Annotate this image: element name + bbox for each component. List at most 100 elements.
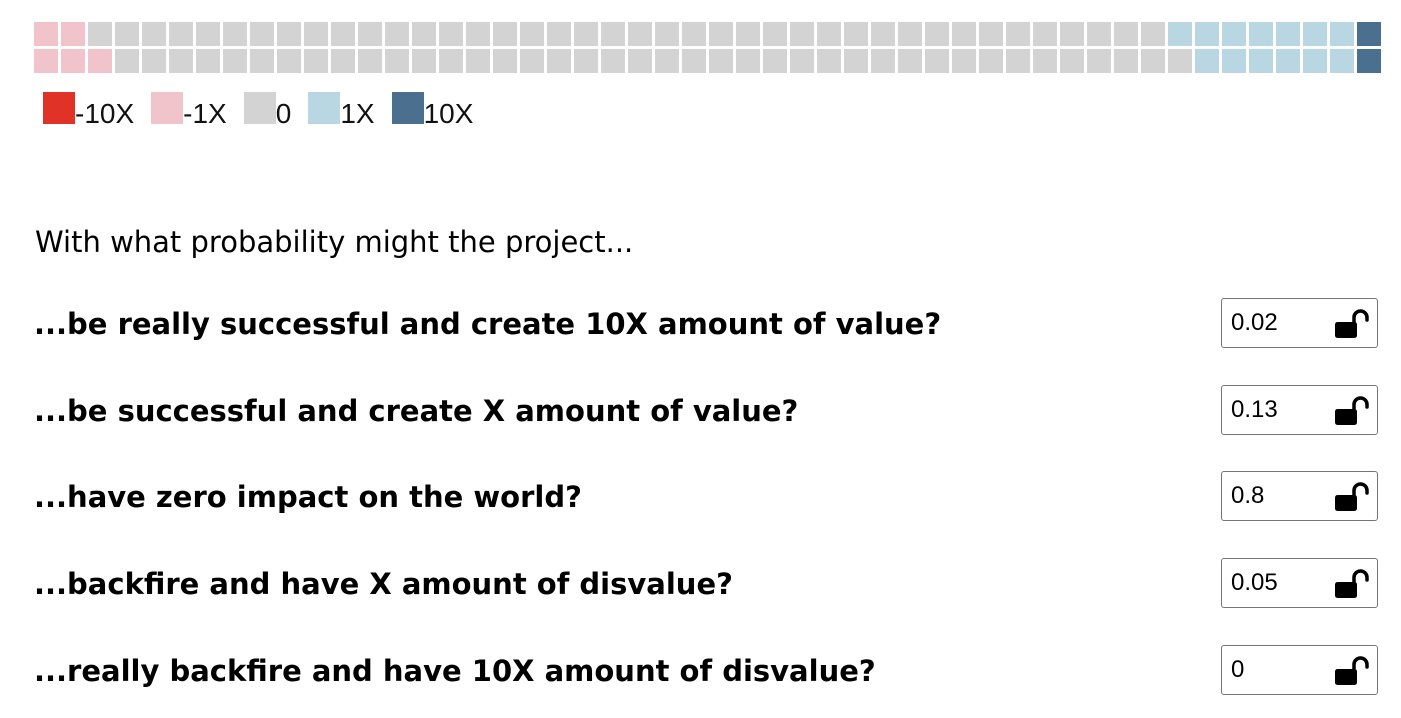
waffle-cell-zero bbox=[817, 49, 841, 73]
waffle-cell-pos1x bbox=[1276, 22, 1300, 46]
waffle-cell-zero bbox=[655, 49, 679, 73]
question-row-10x-value: ...be really successful and create 10X a… bbox=[34, 298, 1378, 350]
waffle-cell-zero bbox=[520, 22, 544, 46]
waffle-cell-zero bbox=[709, 49, 733, 73]
waffle-cell-zero bbox=[115, 49, 139, 73]
probability-input-zero-impact[interactable] bbox=[1231, 482, 1331, 510]
waffle-cell-zero bbox=[898, 49, 922, 73]
waffle-cell-zero bbox=[493, 49, 517, 73]
unlocked-padlock-icon[interactable] bbox=[1334, 656, 1370, 686]
waffle-cell-zero bbox=[439, 49, 463, 73]
waffle-cell-zero bbox=[466, 49, 490, 73]
probability-input-10x-disvalue[interactable] bbox=[1231, 656, 1331, 684]
waffle-cell-zero bbox=[250, 22, 274, 46]
waffle-cell-zero bbox=[1141, 22, 1165, 46]
question-label: ...have zero impact on the world? bbox=[34, 480, 582, 514]
waffle-cell-pos10x bbox=[1357, 49, 1381, 73]
waffle-cell-zero bbox=[601, 49, 625, 73]
unlocked-padlock-icon[interactable] bbox=[1334, 309, 1370, 339]
waffle-cell-zero bbox=[817, 22, 841, 46]
probability-field bbox=[1221, 645, 1378, 695]
waffle-cell-zero bbox=[1114, 22, 1138, 46]
waffle-cell-zero bbox=[358, 22, 382, 46]
waffle-cell-zero bbox=[169, 49, 193, 73]
unlocked-padlock-icon[interactable] bbox=[1334, 396, 1370, 426]
legend-swatch-neg10x bbox=[43, 92, 75, 124]
waffle-cell-zero bbox=[1033, 49, 1057, 73]
waffle-cell-zero bbox=[871, 22, 895, 46]
waffle-cell-zero bbox=[871, 49, 895, 73]
waffle-cell-pos10x bbox=[1357, 22, 1381, 46]
waffle-cell-zero bbox=[493, 22, 517, 46]
probability-field bbox=[1221, 471, 1378, 521]
waffle-cell-zero bbox=[979, 49, 1003, 73]
legend-label-pos10x: 10X bbox=[423, 98, 474, 129]
waffle-cell-zero bbox=[1087, 22, 1111, 46]
waffle-cell-zero bbox=[331, 49, 355, 73]
waffle-cell-zero bbox=[520, 49, 544, 73]
question-label: ...backfire and have X amount of disvalu… bbox=[34, 567, 733, 601]
waffle-cell-zero bbox=[250, 49, 274, 73]
waffle-cell-zero bbox=[169, 22, 193, 46]
waffle-cell-neg1x bbox=[34, 22, 58, 46]
waffle-cell-zero bbox=[979, 22, 1003, 46]
waffle-cell-zero bbox=[736, 22, 760, 46]
waffle-cell-zero bbox=[196, 49, 220, 73]
probability-input-1x-disvalue[interactable] bbox=[1231, 569, 1331, 597]
probability-waffle-grid bbox=[34, 22, 1381, 73]
question-label: ...be really successful and create 10X a… bbox=[34, 307, 942, 341]
waffle-cell-zero bbox=[142, 22, 166, 46]
legend-label-neg10x: -10X bbox=[75, 98, 135, 129]
question-row-zero-impact: ...have zero impact on the world? bbox=[34, 471, 1378, 523]
probability-field bbox=[1221, 558, 1378, 608]
waffle-cell-zero bbox=[1168, 49, 1192, 73]
waffle-cell-zero bbox=[304, 49, 328, 73]
waffle-cell-zero bbox=[466, 22, 490, 46]
probability-input-10x-value[interactable] bbox=[1231, 309, 1331, 337]
waffle-cell-zero bbox=[385, 49, 409, 73]
probability-input-1x-value[interactable] bbox=[1231, 396, 1331, 424]
waffle-cell-zero bbox=[277, 49, 301, 73]
waffle-cell-zero bbox=[223, 22, 247, 46]
waffle-cell-zero bbox=[1060, 49, 1084, 73]
question-label: ...really backfire and have 10X amount o… bbox=[34, 654, 876, 688]
waffle-cell-zero bbox=[1006, 49, 1030, 73]
unlocked-padlock-icon[interactable] bbox=[1334, 482, 1370, 512]
waffle-cell-zero bbox=[790, 49, 814, 73]
legend-label-zero: 0 bbox=[275, 98, 292, 129]
legend-swatch-pos10x bbox=[391, 92, 424, 124]
waffle-cell-zero bbox=[358, 49, 382, 73]
legend-item-neg1x: -1X bbox=[151, 92, 227, 128]
waffle-cell-zero bbox=[142, 49, 166, 73]
waffle-cell-zero bbox=[1141, 49, 1165, 73]
waffle-cell-neg1x bbox=[61, 22, 85, 46]
probability-field bbox=[1221, 385, 1378, 435]
probability-field bbox=[1221, 298, 1378, 348]
waffle-cell-zero bbox=[1006, 22, 1030, 46]
waffle-cell-zero bbox=[736, 49, 760, 73]
waffle-cell-zero bbox=[304, 22, 328, 46]
waffle-cell-zero bbox=[628, 49, 652, 73]
waffle-cell-zero bbox=[709, 22, 733, 46]
waffle-cell-zero bbox=[115, 22, 139, 46]
waffle-cell-neg1x bbox=[61, 49, 85, 73]
waffle-cell-zero bbox=[412, 49, 436, 73]
waffle-cell-zero bbox=[331, 22, 355, 46]
waffle-cell-pos1x bbox=[1195, 22, 1219, 46]
waffle-cell-zero bbox=[88, 22, 112, 46]
waffle-cell-zero bbox=[547, 49, 571, 73]
waffle-cell-pos1x bbox=[1168, 22, 1192, 46]
unlocked-padlock-icon[interactable] bbox=[1334, 569, 1370, 599]
waffle-cell-zero bbox=[1087, 49, 1111, 73]
waffle-cell-zero bbox=[1033, 22, 1057, 46]
legend-swatch-zero bbox=[243, 92, 276, 124]
waffle-cell-zero bbox=[952, 49, 976, 73]
waffle-cell-zero bbox=[898, 22, 922, 46]
waffle-cell-neg1x bbox=[34, 49, 58, 73]
waffle-cell-zero bbox=[385, 22, 409, 46]
waffle-cell-pos1x bbox=[1249, 22, 1273, 46]
legend-label-pos1x: 1X bbox=[340, 98, 375, 129]
legend-swatch-neg1x bbox=[151, 92, 184, 124]
waffle-cell-zero bbox=[412, 22, 436, 46]
waffle-cell-zero bbox=[925, 22, 949, 46]
